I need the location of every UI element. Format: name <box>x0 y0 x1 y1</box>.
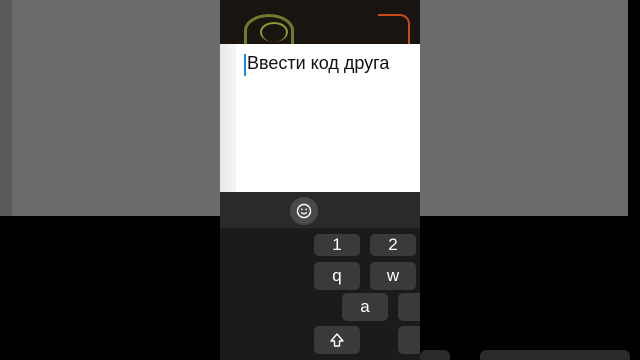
background-left <box>0 0 220 360</box>
background-pill <box>480 350 630 360</box>
friend-code-input[interactable]: Ввести код друга <box>244 50 420 78</box>
background-right <box>420 0 640 360</box>
key-1[interactable]: 1 <box>314 234 360 256</box>
key-label: 2 <box>388 235 398 254</box>
soft-keyboard: 1 2 q w a <box>220 192 420 360</box>
background-shade <box>0 0 12 216</box>
key-label: w <box>386 266 400 285</box>
emoji-button[interactable] <box>290 197 318 225</box>
key-label: 1 <box>332 235 342 254</box>
background-panel <box>420 0 628 216</box>
key-s[interactable] <box>398 293 420 321</box>
key-2[interactable]: 2 <box>370 234 416 256</box>
text-cursor <box>244 54 246 76</box>
friend-code-dialog: Ввести код друга <box>220 44 420 192</box>
keyboard-toolbar <box>220 192 420 228</box>
key-w[interactable]: w <box>370 262 416 290</box>
key-q[interactable]: q <box>314 262 360 290</box>
shift-key[interactable] <box>314 326 360 354</box>
key-a[interactable]: a <box>342 293 388 321</box>
friend-code-input-text: Ввести код друга <box>247 53 390 73</box>
dialog-edge <box>220 44 236 192</box>
game-background-art <box>220 0 420 47</box>
phone-screen: Ввести код друга 1 2 q w a <box>220 0 420 360</box>
key-label: q <box>332 266 342 285</box>
smiley-icon <box>296 203 312 219</box>
background-pill <box>420 350 450 360</box>
key-label: a <box>360 297 370 316</box>
game-frame-corner <box>378 14 410 46</box>
key-z[interactable] <box>398 326 420 354</box>
background-panel <box>12 0 220 216</box>
shift-arrow-icon <box>330 333 344 347</box>
game-ornament <box>260 22 288 42</box>
